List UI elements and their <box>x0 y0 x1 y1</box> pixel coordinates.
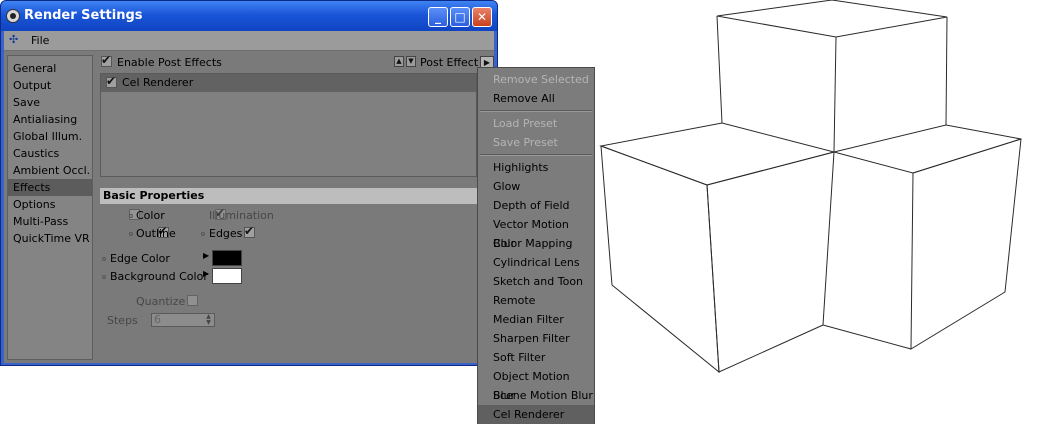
post-effect-label: Post Effect <box>420 56 479 69</box>
menu-item-remove-selected: Remove Selected <box>493 73 589 86</box>
menu-item-soft-filter[interactable]: Soft Filter <box>478 348 594 367</box>
cube-front-face <box>706 151 835 373</box>
effect-label: Cel Renderer <box>122 76 194 89</box>
maximize-button[interactable]: □ <box>450 7 470 27</box>
render-settings-window: Render Settings _ □ ✕ ✣ File General Outp… <box>0 0 498 366</box>
steps-label: Steps <box>107 314 138 327</box>
basic-properties-header: Basic Properties <box>100 188 477 204</box>
window-title: Render Settings <box>24 8 143 23</box>
cube-edge <box>833 36 837 153</box>
cel-renderer-checkbox[interactable] <box>106 74 117 88</box>
menu-item-remote[interactable]: Remote <box>478 291 594 310</box>
menu-item-median-filter[interactable]: Median Filter <box>478 310 594 329</box>
illumination-label: Illumination <box>209 209 274 222</box>
sidebar-item-caustics[interactable]: Caustics <box>8 145 92 162</box>
cube-edge <box>945 16 948 126</box>
background-color-swatch[interactable] <box>212 268 242 284</box>
menu-item-vector-motion-blur[interactable]: Vector Motion Blur <box>478 215 594 250</box>
animation-dot-icon <box>129 232 133 236</box>
edges-checkbox[interactable] <box>244 224 255 238</box>
menu-item-save-preset: Save Preset <box>493 136 558 149</box>
sidebar-item-multi-pass[interactable]: Multi-Pass <box>8 213 92 230</box>
cube-edge <box>716 15 723 124</box>
title-bar[interactable]: Render Settings _ □ ✕ <box>1 1 497 31</box>
sidebar-item-antialiasing[interactable]: Antialiasing <box>8 111 92 128</box>
cel-rendered-cubes <box>599 0 1022 374</box>
menu-file[interactable]: File <box>31 34 49 47</box>
sidebar-item-general[interactable]: General <box>8 60 92 77</box>
cinema4d-app-icon <box>6 9 20 23</box>
animation-dot-icon <box>201 232 205 236</box>
animation-dot-icon <box>102 275 106 279</box>
sidebar-item-quicktime-vr[interactable]: QuickTime VR <box>8 230 92 247</box>
steps-spinner-icon[interactable]: ▲ ▼ <box>204 314 213 326</box>
edge-color-label: Edge Color <box>110 252 170 265</box>
sidebar-item-output[interactable]: Output <box>8 77 92 94</box>
menu-bar: ✣ File <box>4 31 494 51</box>
cube-top-face <box>833 124 1022 174</box>
close-button[interactable]: ✕ <box>472 7 492 27</box>
color-label: Color <box>136 209 165 222</box>
menu-item-cylindrical-lens[interactable]: Cylindrical Lens <box>478 253 594 272</box>
outline-label: Outline <box>136 227 176 240</box>
pin-icon[interactable]: ✣ <box>9 34 21 46</box>
cube-top-face <box>599 122 836 186</box>
cube-side-face <box>600 145 720 374</box>
edges-label: Edges <box>209 227 243 240</box>
menu-item-color-mapping[interactable]: Color Mapping <box>478 234 594 253</box>
sidebar-item-effects[interactable]: Effects <box>8 179 92 196</box>
move-down-arrow-icon[interactable]: ▼ <box>406 56 416 67</box>
sidebar-item-save[interactable]: Save <box>8 94 92 111</box>
menu-item-sketch-and-toon[interactable]: Sketch and Toon <box>478 272 594 291</box>
animation-dot-icon <box>102 257 106 261</box>
menu-item-cel-renderer[interactable]: Cel Renderer <box>478 405 594 424</box>
cube-top-face <box>716 0 948 38</box>
menu-item-sharpen-filter[interactable]: Sharpen Filter <box>478 329 594 348</box>
minimize-button[interactable]: _ <box>428 7 448 27</box>
viewport-render <box>599 0 1022 374</box>
cube-edge <box>822 324 912 350</box>
quantize-checkbox[interactable] <box>186 295 198 306</box>
quantize-label: Quantize <box>136 295 186 308</box>
animation-dot-icon <box>129 214 133 218</box>
menu-item-depth-of-field[interactable]: Depth of Field <box>478 196 594 215</box>
edge-color-swatch[interactable] <box>212 250 242 266</box>
sidebar-item-global-illum[interactable]: Global Illum. <box>8 128 92 145</box>
cube-side-face <box>910 138 1022 350</box>
enable-post-effects-checkbox[interactable] <box>101 53 112 67</box>
menu-item-scene-motion-blur[interactable]: Scene Motion Blur <box>478 386 594 405</box>
sidebar-item-ambient-occl[interactable]: Ambient Occl. <box>8 162 92 179</box>
menu-separator <box>480 110 592 112</box>
menu-item-glow[interactable]: Glow <box>478 177 594 196</box>
post-effect-dropdown-menu: Remove Selected Remove All Load Preset Save… <box>477 67 595 424</box>
settings-content: General Output Save Antialiasing Global Illu… <box>4 51 494 363</box>
settings-sidebar: General Output Save Antialiasing Global Illu… <box>7 55 93 360</box>
menu-item-highlights[interactable]: Highlights <box>478 158 594 177</box>
menu-separator <box>480 154 592 156</box>
expand-arrow-icon[interactable]: ▶ <box>203 251 209 260</box>
enable-post-effects-label: Enable Post Effects <box>117 56 222 69</box>
expand-arrow-icon[interactable]: ▶ <box>203 269 209 278</box>
list-item[interactable]: Cel Renderer <box>101 74 476 92</box>
post-effects-list: Cel Renderer <box>100 73 477 177</box>
menu-item-remove-all[interactable]: Remove All <box>478 89 594 108</box>
sidebar-item-options[interactable]: Options <box>8 196 92 213</box>
menu-item-object-motion-blur[interactable]: Object Motion Blur <box>478 367 594 402</box>
menu-item-load-preset: Load Preset <box>493 117 558 130</box>
background-color-label: Background Color <box>110 270 208 283</box>
move-up-arrow-icon[interactable]: ▲ <box>394 56 404 67</box>
